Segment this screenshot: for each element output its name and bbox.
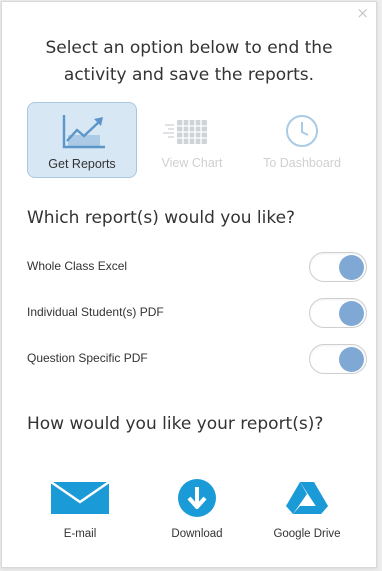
- email-label: E-mail: [63, 528, 97, 540]
- download-label: Download: [171, 528, 223, 540]
- dialog-heading: Select an option below to end the activi…: [2, 35, 376, 89]
- google-drive-button[interactable]: Google Drive: [257, 478, 357, 548]
- end-activity-dialog: × Select an option below to end the acti…: [1, 1, 377, 568]
- view-chart-button[interactable]: View Chart: [137, 102, 247, 178]
- reports-section-title: Which report(s) would you like?: [27, 208, 296, 228]
- get-reports-button[interactable]: Get Reports: [27, 102, 137, 178]
- get-reports-label: Get Reports: [48, 157, 116, 171]
- question-specific-pdf-toggle[interactable]: [309, 344, 367, 374]
- close-icon[interactable]: ×: [356, 6, 369, 21]
- to-dashboard-button[interactable]: To Dashboard: [247, 102, 357, 178]
- line-chart-icon: [28, 113, 136, 151]
- toggle-knob: [339, 255, 364, 280]
- google-drive-icon: [257, 478, 357, 518]
- download-button[interactable]: Download: [147, 478, 247, 548]
- google-drive-label: Google Drive: [273, 528, 341, 540]
- grid-chart-icon: [137, 112, 247, 150]
- report-option-label: Whole Class Excel: [27, 259, 128, 273]
- delivery-section-title: How would you like your report(s)?: [27, 414, 324, 434]
- download-icon: [147, 478, 247, 518]
- whole-class-excel-toggle[interactable]: [309, 252, 367, 282]
- toggle-knob: [339, 301, 364, 326]
- toggle-knob: [339, 347, 364, 372]
- clock-icon: [247, 112, 357, 150]
- individual-student-pdf-toggle[interactable]: [309, 298, 367, 328]
- email-button[interactable]: E-mail: [30, 478, 130, 548]
- envelope-icon: [30, 478, 130, 518]
- heading-line-2: activity and save the reports.: [63, 65, 315, 85]
- end-options: Get Reports View Chart To Dashboard: [27, 102, 357, 180]
- report-option-label: Question Specific PDF: [27, 351, 148, 365]
- report-option-label: Individual Student(s) PDF: [27, 305, 164, 319]
- report-option-question-specific-pdf: Question Specific PDF: [27, 344, 367, 374]
- heading-line-1: Select an option below to end the: [45, 38, 333, 58]
- to-dashboard-label: To Dashboard: [263, 156, 341, 170]
- report-option-whole-class-excel: Whole Class Excel: [27, 252, 367, 282]
- report-option-individual-student-pdf: Individual Student(s) PDF: [27, 298, 367, 328]
- view-chart-label: View Chart: [161, 156, 223, 170]
